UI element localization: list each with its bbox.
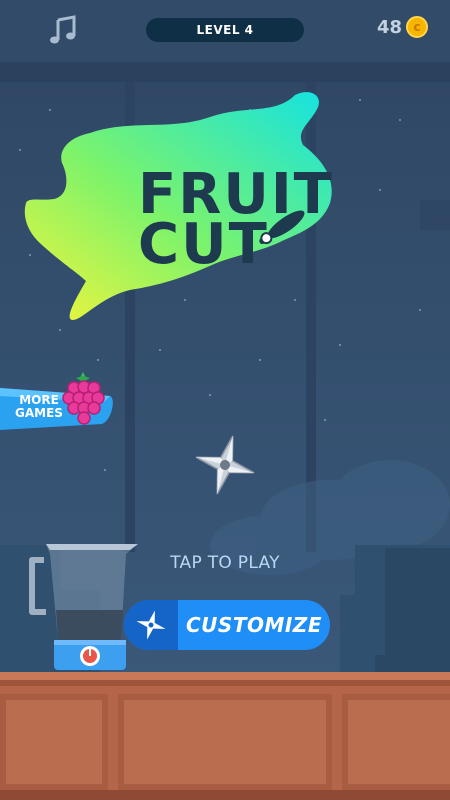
coin-symbol: c	[413, 20, 421, 34]
music-note-icon	[50, 15, 76, 44]
customize-icon-area	[124, 600, 178, 650]
game-scene: LEVEL 4 48 c FRUIT CUT MORE GAMES TAP TO…	[0, 0, 450, 800]
coin-icon: c	[406, 16, 428, 38]
shuriken-icon[interactable]	[190, 430, 260, 500]
music-toggle-button[interactable]	[46, 14, 80, 48]
coin-counter: 48 c	[377, 16, 428, 38]
raspberry-icon	[62, 372, 105, 425]
tap-to-play-label[interactable]: TAP TO PLAY	[150, 553, 300, 573]
level-label: LEVEL 4	[196, 23, 254, 37]
logo-line-2: CUT	[138, 212, 269, 277]
coin-count: 48	[376, 16, 402, 38]
table	[0, 672, 450, 800]
customize-label: CUSTOMIZE	[186, 613, 322, 637]
customize-button[interactable]: CUSTOMIZE	[124, 600, 330, 650]
more-games-button[interactable]: MORE GAMES	[0, 366, 120, 436]
level-indicator: LEVEL 4	[146, 18, 304, 42]
shuriken-icon	[136, 610, 166, 640]
game-logo: FRUIT CUT	[24, 92, 332, 321]
